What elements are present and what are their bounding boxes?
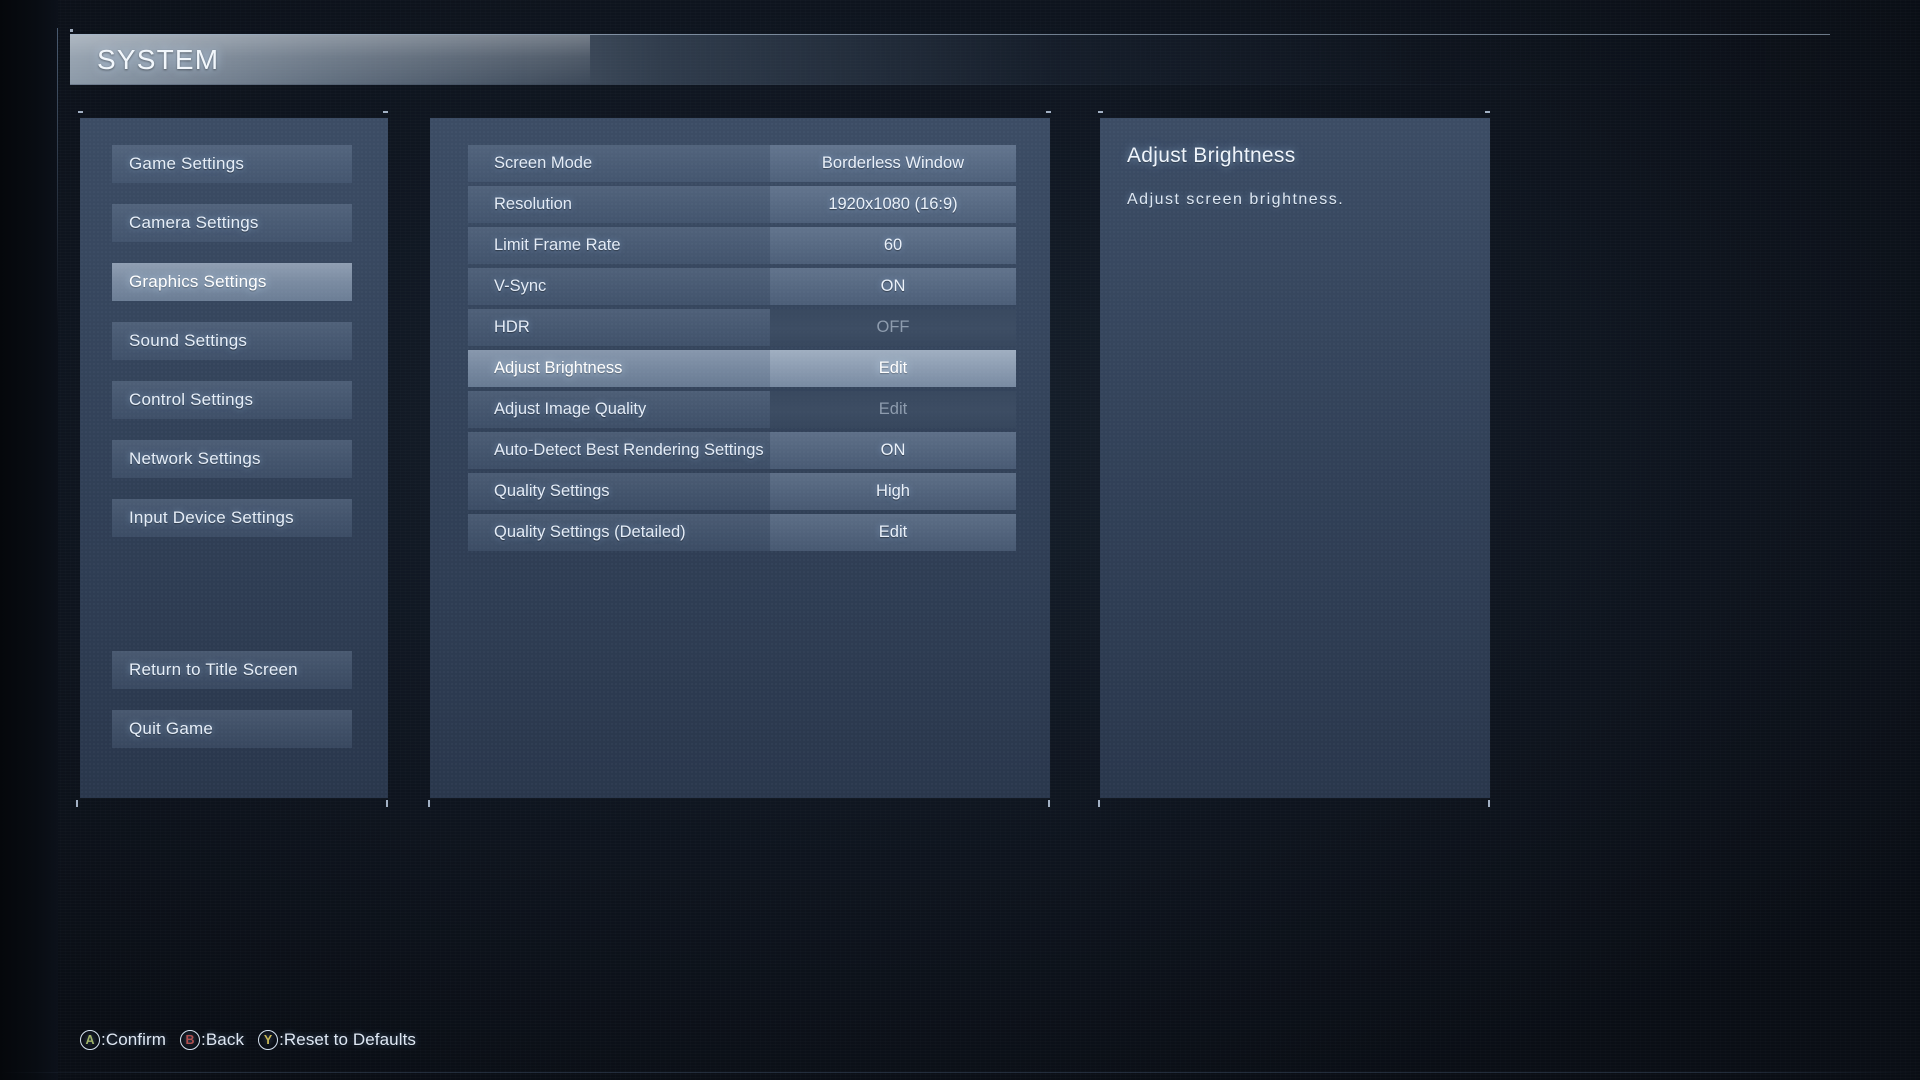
sidebar-primary-group: Game Settings Camera Settings Graphics Set… bbox=[80, 118, 388, 537]
sidebar-tick-bottom-left bbox=[76, 800, 78, 807]
sidebar-tick-bottom-right bbox=[386, 800, 388, 807]
sidebar-footer-group: Return to Title Screen Quit Game bbox=[80, 651, 388, 748]
settings-row[interactable]: Resolution 1920x1080 (16:9) bbox=[468, 186, 1016, 223]
sidebar-item-label: Graphics Settings bbox=[129, 272, 267, 291]
prompt-y: Y:Reset to Defaults bbox=[258, 1030, 416, 1050]
setting-value[interactable]: Borderless Window bbox=[770, 145, 1016, 182]
bottom-divider bbox=[0, 1072, 1920, 1073]
setting-label: HDR bbox=[468, 309, 770, 346]
setting-value[interactable]: Edit bbox=[770, 514, 1016, 551]
setting-label: Screen Mode bbox=[468, 145, 770, 182]
setting-value[interactable]: 1920x1080 (16:9) bbox=[770, 186, 1016, 223]
description-tick-top-right bbox=[1485, 111, 1490, 113]
sidebar-tick-top-right bbox=[383, 111, 388, 113]
description-title: Adjust Brightness bbox=[1127, 144, 1296, 167]
settings-row[interactable]: Auto-Detect Best Rendering Settings ON bbox=[468, 432, 1016, 469]
settings-tick-bottom-right bbox=[1048, 800, 1050, 807]
setting-value[interactable]: 60 bbox=[770, 227, 1016, 264]
settings-row[interactable]: Screen Mode Borderless Window bbox=[468, 145, 1016, 182]
prompt-label: :Reset to Defaults bbox=[279, 1030, 416, 1049]
setting-label: Resolution bbox=[468, 186, 770, 223]
setting-label: Quality Settings (Detailed) bbox=[468, 514, 770, 551]
sidebar-item-control-settings[interactable]: Control Settings bbox=[112, 381, 352, 419]
sidebar-item-label: Network Settings bbox=[129, 449, 261, 468]
setting-value[interactable]: ON bbox=[770, 432, 1016, 469]
title-tick-left bbox=[70, 29, 73, 32]
settings-row[interactable]: Quality Settings (Detailed) Edit bbox=[468, 514, 1016, 551]
sidebar-item-quit-game[interactable]: Quit Game bbox=[112, 710, 352, 748]
setting-value: OFF bbox=[770, 309, 1016, 346]
sidebar-item-camera-settings[interactable]: Camera Settings bbox=[112, 204, 352, 242]
sidebar-item-label: Quit Game bbox=[129, 719, 213, 738]
settings-panel: Screen Mode Borderless Window Resolution 19… bbox=[430, 118, 1050, 798]
sidebar-item-input-device-settings[interactable]: Input Device Settings bbox=[112, 499, 352, 537]
sidebar-tick-top-left bbox=[78, 111, 83, 113]
settings-tick-top-right bbox=[1046, 111, 1051, 113]
sidebar-item-label: Sound Settings bbox=[129, 331, 248, 350]
button-prompt-bar: A:Confirm B:Back Y:Reset to Defaults bbox=[80, 1030, 416, 1050]
setting-value[interactable]: Edit bbox=[770, 350, 1016, 387]
sidebar-item-network-settings[interactable]: Network Settings bbox=[112, 440, 352, 478]
sidebar-panel: Game Settings Camera Settings Graphics Set… bbox=[80, 118, 388, 798]
settings-row: Adjust Image Quality Edit bbox=[468, 391, 1016, 428]
prompt-label: :Back bbox=[201, 1030, 245, 1049]
title-bar: SYSTEM bbox=[70, 34, 1830, 85]
sidebar-item-label: Return to Title Screen bbox=[129, 660, 298, 679]
setting-label: Quality Settings bbox=[468, 473, 770, 510]
sidebar-item-label: Input Device Settings bbox=[129, 508, 294, 527]
sidebar-item-sound-settings[interactable]: Sound Settings bbox=[112, 322, 352, 360]
sidebar-item-label: Control Settings bbox=[129, 390, 254, 409]
prompt-b: B:Back bbox=[180, 1030, 244, 1050]
settings-screen: SYSTEM Game Settings Camera Settings Graph… bbox=[0, 0, 1920, 1080]
settings-tick-bottom-left bbox=[428, 800, 430, 807]
description-tick-top-left bbox=[1098, 111, 1103, 113]
gamepad-a-icon: A bbox=[80, 1030, 100, 1050]
left-edge-band bbox=[0, 0, 58, 1080]
setting-label: Adjust Image Quality bbox=[468, 391, 770, 428]
prompt-label: :Confirm bbox=[101, 1030, 167, 1049]
settings-row[interactable]: Limit Frame Rate 60 bbox=[468, 227, 1016, 264]
setting-label: Adjust Brightness bbox=[468, 350, 770, 387]
title-bar-underline bbox=[70, 84, 1830, 85]
sidebar-menu: Game Settings Camera Settings Graphics Set… bbox=[80, 118, 388, 798]
left-edge-accent-line bbox=[57, 28, 58, 328]
sidebar-item-label: Game Settings bbox=[129, 154, 245, 173]
setting-label: Auto-Detect Best Rendering Settings bbox=[468, 432, 770, 469]
description-body: Adjust screen brightness. bbox=[1127, 191, 1345, 208]
sidebar-item-label: Camera Settings bbox=[129, 213, 259, 232]
setting-value[interactable]: ON bbox=[770, 268, 1016, 305]
settings-row: HDR OFF bbox=[468, 309, 1016, 346]
setting-label: V-Sync bbox=[468, 268, 770, 305]
description-panel: Adjust Brightness Adjust screen brightne… bbox=[1100, 118, 1490, 798]
settings-row[interactable]: Quality Settings High bbox=[468, 473, 1016, 510]
description-tick-bottom-right bbox=[1488, 800, 1490, 807]
prompt-a: A:Confirm bbox=[80, 1030, 166, 1050]
sidebar-item-return-to-title-screen[interactable]: Return to Title Screen bbox=[112, 651, 352, 689]
setting-value: Edit bbox=[770, 391, 1016, 428]
setting-value[interactable]: High bbox=[770, 473, 1016, 510]
settings-row[interactable]: V-Sync ON bbox=[468, 268, 1016, 305]
gamepad-y-icon: Y bbox=[258, 1030, 279, 1050]
description-tick-bottom-left bbox=[1098, 800, 1100, 807]
settings-row[interactable]: Adjust Brightness Edit bbox=[468, 350, 1016, 387]
gamepad-b-icon: B bbox=[180, 1030, 201, 1050]
sidebar-item-game-settings[interactable]: Game Settings bbox=[112, 145, 352, 183]
page-title: SYSTEM bbox=[97, 44, 220, 75]
sidebar-item-graphics-settings[interactable]: Graphics Settings bbox=[112, 263, 352, 301]
description-content: Adjust Brightness Adjust screen brightne… bbox=[1100, 118, 1490, 798]
setting-label: Limit Frame Rate bbox=[468, 227, 770, 264]
settings-list: Screen Mode Borderless Window Resolution 19… bbox=[430, 118, 1050, 798]
